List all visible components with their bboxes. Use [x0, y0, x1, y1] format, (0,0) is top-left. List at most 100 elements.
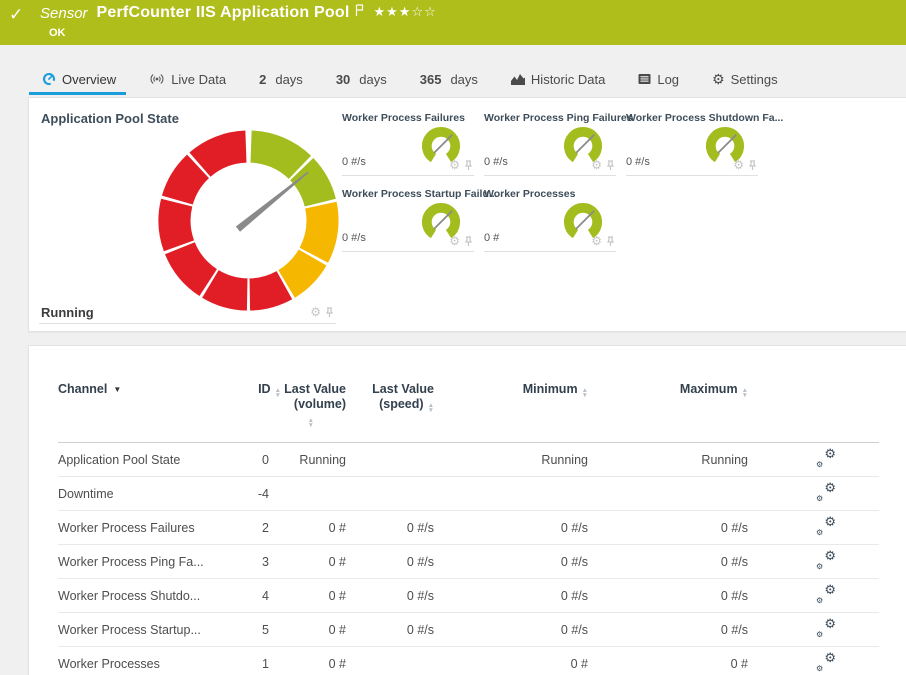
- sensor-title: PerfCounter IIS Application Pool: [97, 4, 350, 22]
- pin-icon[interactable]: [606, 236, 615, 247]
- tab-live-data[interactable]: Live Data: [149, 72, 226, 87]
- sensor-header: ✓ Sensor PerfCounter IIS Application Poo…: [0, 0, 906, 45]
- tab-30-days[interactable]: 30 days: [336, 72, 387, 87]
- gauge-value: 0 #/s: [342, 232, 366, 244]
- column-header-maximum[interactable]: Maximum▲▼: [600, 382, 760, 398]
- gauge-title: Application Pool State: [41, 111, 179, 126]
- channel-name[interactable]: Worker Process Startup...: [58, 623, 254, 637]
- last-value-speed: 0 #/s: [359, 521, 447, 535]
- small-gauge-tile: Worker Processes 0 # ⚙: [484, 188, 616, 252]
- sort-arrows-icon: ▲▼: [582, 388, 588, 398]
- pin-icon[interactable]: [748, 160, 757, 171]
- last-value-speed: 0 #/s: [359, 555, 447, 569]
- channel-settings-icon[interactable]: ⚙⚙: [816, 483, 836, 501]
- channel-settings-icon[interactable]: ⚙⚙: [816, 619, 836, 637]
- column-header-id[interactable]: ID▲▼: [254, 382, 281, 398]
- tab-label: Overview: [62, 72, 116, 87]
- minimum-value: 0 #/s: [447, 589, 600, 603]
- channel-name[interactable]: Worker Processes: [58, 657, 254, 671]
- small-gauge-tile: Worker Process Ping Failures 0 #/s ⚙: [484, 112, 616, 176]
- priority-stars[interactable]: ★★★☆☆: [373, 4, 436, 20]
- table-row[interactable]: Worker Process Failures 2 0 # 0 #/s 0 #/…: [58, 511, 879, 545]
- gauge-settings-gear-icon[interactable]: ⚙: [591, 236, 602, 247]
- channel-id: 2: [254, 521, 281, 535]
- gauge-settings-gear-icon[interactable]: ⚙: [449, 160, 460, 171]
- channel-name[interactable]: Worker Process Ping Fa...: [58, 555, 254, 569]
- channel-id: -4: [254, 487, 281, 501]
- gauge-title: Worker Process Ping Failures: [484, 112, 633, 124]
- sort-arrows-icon: ▲▼: [308, 418, 314, 428]
- table-row[interactable]: Worker Process Shutdo... 4 0 # 0 #/s 0 #…: [58, 579, 879, 613]
- last-value-volume: Running: [281, 453, 359, 467]
- last-value-speed: 0 #/s: [359, 623, 447, 637]
- column-header-channel[interactable]: Channel▼: [58, 382, 254, 397]
- tab-label: Historic Data: [531, 72, 605, 87]
- table-row[interactable]: Worker Process Startup... 5 0 # 0 #/s 0 …: [58, 613, 879, 647]
- channel-id: 4: [254, 589, 281, 603]
- channel-name[interactable]: Worker Process Shutdo...: [58, 589, 254, 603]
- tab-label: days: [450, 72, 477, 87]
- gauge-settings-gear-icon[interactable]: ⚙: [449, 236, 460, 247]
- column-header-last-value-speed[interactable]: Last Value (speed)▲▼: [359, 382, 447, 413]
- prtg-sensor-page: ✓ Sensor PerfCounter IIS Application Poo…: [0, 0, 906, 675]
- table-header: Channel▼ ID▲▼ Last Value (volume) ▲▼ Las…: [58, 382, 879, 443]
- pin-icon[interactable]: [464, 160, 473, 171]
- table-row[interactable]: Application Pool State 0 Running Running…: [58, 443, 879, 477]
- column-header-last-value-volume[interactable]: Last Value (volume) ▲▼: [281, 382, 359, 428]
- channel-settings-icon[interactable]: ⚙⚙: [816, 449, 836, 467]
- maximum-value: 0 #/s: [600, 589, 760, 603]
- last-value-volume: 0 #: [281, 623, 359, 637]
- channel-settings-icon[interactable]: ⚙⚙: [816, 551, 836, 569]
- maximum-value: 0 #/s: [600, 555, 760, 569]
- gauge-value: 0 #/s: [484, 156, 508, 168]
- minimum-value: 0 #/s: [447, 623, 600, 637]
- table-row[interactable]: Worker Processes 1 0 # 0 # 0 # ⚙⚙: [58, 647, 879, 675]
- tab-settings[interactable]: ⚙ Settings: [712, 72, 778, 87]
- channel-settings-icon[interactable]: ⚙⚙: [816, 653, 836, 671]
- gauge-settings-gear-icon[interactable]: ⚙: [310, 307, 321, 318]
- channel-name[interactable]: Worker Process Failures: [58, 521, 254, 535]
- tab-label: Log: [657, 72, 679, 87]
- channels-panel: Channel▼ ID▲▼ Last Value (volume) ▲▼ Las…: [28, 345, 906, 675]
- tab-365-days[interactable]: 365 days: [420, 72, 478, 87]
- maximum-value: 0 #/s: [600, 521, 760, 535]
- gauge-settings-gear-icon[interactable]: ⚙: [591, 160, 602, 171]
- last-value-volume: 0 #: [281, 657, 359, 671]
- tab-overview[interactable]: Overview: [42, 72, 116, 87]
- flag-icon[interactable]: [355, 4, 364, 17]
- gauge-value: Running: [41, 305, 94, 320]
- tab-label: Live Data: [171, 72, 226, 87]
- tab-historic-data[interactable]: Historic Data: [511, 72, 605, 87]
- table-row[interactable]: Worker Process Ping Fa... 3 0 # 0 #/s 0 …: [58, 545, 879, 579]
- pin-icon[interactable]: [606, 160, 615, 171]
- last-value-volume: 0 #: [281, 521, 359, 535]
- channel-id: 1: [254, 657, 281, 671]
- gauge-value: 0 #/s: [342, 156, 366, 168]
- channel-settings-icon[interactable]: ⚙⚙: [816, 585, 836, 603]
- small-gauge-tile: Worker Process Shutdown Fa... 0 #/s ⚙: [626, 112, 758, 176]
- pin-icon[interactable]: [464, 236, 473, 247]
- table-row[interactable]: Downtime -4 ⚙⚙: [58, 477, 879, 511]
- maximum-value: Running: [600, 453, 760, 467]
- gauge-settings-gear-icon[interactable]: ⚙: [733, 160, 744, 171]
- pin-icon[interactable]: [325, 307, 334, 318]
- channel-name[interactable]: Downtime: [58, 487, 254, 501]
- status-text: OK: [49, 27, 66, 39]
- tab-label: days: [359, 72, 386, 87]
- tab-log[interactable]: Log: [638, 72, 679, 87]
- gauge-icon: [42, 72, 56, 86]
- chart-icon: [511, 73, 525, 86]
- sensor-type-label: Sensor: [40, 5, 88, 22]
- chevron-down-icon: ▼: [113, 385, 121, 394]
- maximum-value: 0 #: [600, 657, 760, 671]
- channel-settings-icon[interactable]: ⚙⚙: [816, 517, 836, 535]
- minimum-value: 0 #/s: [447, 555, 600, 569]
- gauge-value: 0 #: [484, 232, 499, 244]
- channel-id: 3: [254, 555, 281, 569]
- tab-label: Settings: [731, 72, 778, 87]
- minimum-value: 0 #: [447, 657, 600, 671]
- gauges-panel: Application Pool State Running ⚙ Worker …: [28, 97, 906, 332]
- channel-name[interactable]: Application Pool State: [58, 453, 254, 467]
- column-header-minimum[interactable]: Minimum▲▼: [447, 382, 600, 398]
- tab-2-days[interactable]: 2 days: [259, 72, 303, 87]
